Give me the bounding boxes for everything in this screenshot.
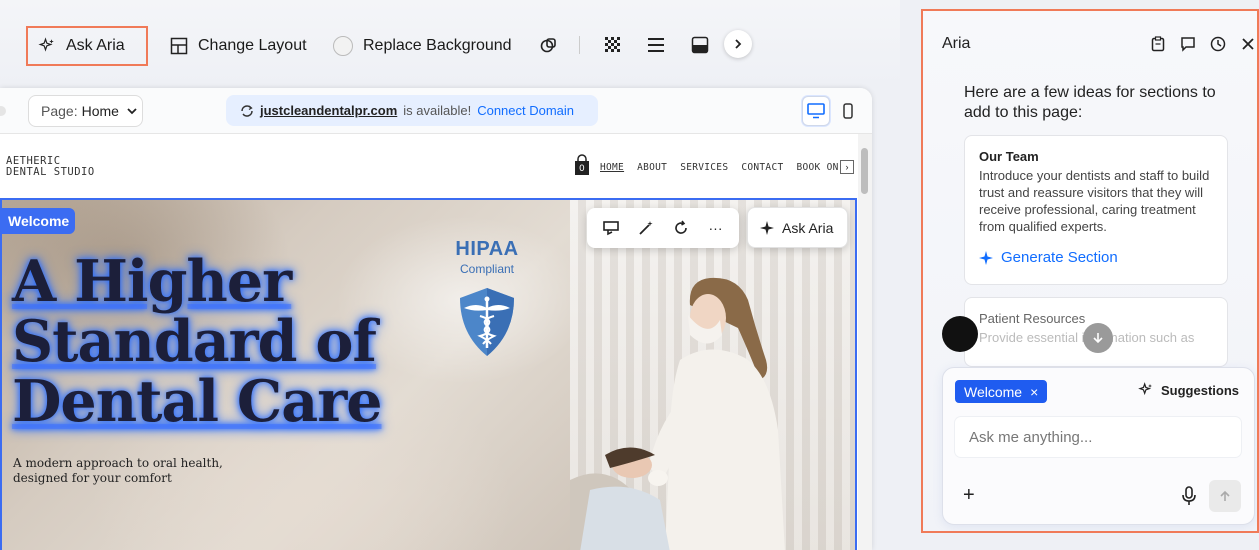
add-attachment-button[interactable]: + (963, 485, 975, 505)
site-preview-frame: Page: Home justcleandentalpr.com is avai… (0, 88, 872, 550)
chevron-right-icon (735, 39, 742, 49)
toolbar-divider (579, 36, 580, 54)
page-selector[interactable]: Page: Home (28, 95, 143, 127)
desktop-view-button[interactable] (802, 96, 831, 126)
domain-name: justcleandentalpr.com (260, 103, 398, 118)
toolbar-more-button[interactable] (724, 30, 752, 58)
clipboard-icon[interactable] (1149, 35, 1167, 53)
domain-available-text: is available! (403, 103, 472, 118)
site-nav: HOME ABOUT SERVICES CONTACT BOOK ON (600, 162, 839, 173)
gradient-fill-icon[interactable] (689, 34, 711, 56)
shapes-icon[interactable] (538, 34, 560, 56)
user-avatar (942, 316, 978, 352)
ask-aria-label: Ask Aria (66, 37, 125, 54)
layout-icon (170, 37, 188, 55)
page-prefix: Page: (41, 103, 78, 119)
preview-bar: Page: Home justcleandentalpr.com is avai… (0, 88, 872, 134)
microphone-icon[interactable] (1181, 486, 1197, 506)
aria-panel-title: Aria (942, 35, 971, 52)
hero-subtitle[interactable]: A modern approach to oral health, design… (13, 456, 313, 486)
more-options-icon[interactable]: ··· (705, 217, 727, 239)
domain-banner: justcleandentalpr.com is available! Conn… (226, 95, 598, 126)
hero-subtitle-line-2: designed for your comfort (13, 471, 172, 485)
hipaa-title: HIPAA (455, 238, 519, 260)
sparkle-icon (1138, 382, 1152, 396)
change-layout-label: Change Layout (198, 37, 307, 54)
desktop-icon (807, 103, 825, 119)
logo-line-2: DENTAL STUDIO (6, 166, 95, 178)
suggestion-card-our-team: Our Team Introduce your dentists and sta… (964, 135, 1228, 285)
nav-scroll-right-button[interactable]: › (840, 160, 854, 174)
sparkle-icon (38, 37, 54, 52)
chevron-down-icon (127, 108, 137, 115)
sparkle-icon (760, 220, 774, 235)
suggestions-button[interactable]: Suggestions (1138, 382, 1239, 398)
section-ask-aria-label: Ask Aria (782, 219, 834, 236)
nav-home[interactable]: HOME (600, 162, 624, 173)
send-button[interactable] (1209, 480, 1241, 512)
arrow-up-icon (1220, 490, 1230, 501)
refresh-link-icon (241, 104, 253, 117)
ask-aria-input[interactable] (955, 417, 1241, 457)
nav-book-online[interactable]: BOOK ON (796, 162, 838, 173)
page-name: Home (81, 103, 119, 119)
scrollbar-thumb[interactable] (861, 148, 868, 194)
replace-background-label: Replace Background (363, 37, 512, 54)
cart-count: 0 (579, 164, 585, 174)
aria-panel-header: Aria (923, 11, 1257, 71)
preview-scrollbar[interactable] (858, 134, 872, 550)
aria-intro-message: Here are a few ideas for sections to add… (964, 84, 1216, 121)
connect-domain-link[interactable]: Connect Domain (477, 103, 574, 118)
suggestions-label: Suggestions (1161, 382, 1240, 398)
suggestion-title: Our Team (979, 149, 1039, 164)
regenerate-icon[interactable] (670, 217, 692, 239)
sparkle-icon (979, 250, 993, 265)
device-toggle (802, 96, 862, 126)
generate-section-button[interactable]: Generate Section (979, 249, 1213, 266)
hero-subtitle-line-1: A modern approach to oral health, (13, 456, 223, 470)
hipaa-badge[interactable]: HIPAA Compliant (442, 238, 532, 363)
menu-lines-icon[interactable] (645, 34, 667, 56)
site-logo[interactable]: AETHERIC DENTAL STUDIO (6, 156, 95, 178)
chip-label: Welcome (964, 383, 1023, 400)
section-actions-toolbar: ··· (587, 208, 739, 248)
close-icon[interactable] (1239, 35, 1257, 53)
nav-services[interactable]: SERVICES (680, 162, 728, 173)
mobile-view-button[interactable] (834, 96, 862, 126)
magic-wand-icon[interactable] (635, 217, 657, 239)
suggestion-body: Introduce your dentists and staff to bui… (979, 168, 1210, 234)
chip-remove-icon[interactable]: × (1030, 384, 1038, 400)
replace-background-button[interactable]: Replace Background (333, 26, 512, 66)
generate-section-label: Generate Section (1001, 249, 1118, 266)
site-header: AETHERIC DENTAL STUDIO 0 HOME ABOUT SERV… (0, 134, 858, 198)
cart-icon[interactable]: 0 (574, 154, 590, 176)
aria-composer: Welcome × Suggestions + (942, 367, 1255, 525)
context-chip-welcome[interactable]: Welcome × (955, 380, 1048, 403)
ask-aria-button[interactable]: Ask Aria (26, 26, 148, 66)
section-tag-welcome[interactable]: Welcome (2, 208, 76, 234)
mobile-icon (843, 103, 853, 119)
welcome-section[interactable]: Welcome A Higher Standard of Dental Care… (0, 198, 857, 550)
transparency-icon[interactable] (602, 34, 624, 56)
section-ask-aria-button[interactable]: Ask Aria (747, 207, 848, 248)
caduceus-shield-icon (460, 288, 514, 356)
dentist-figure-illustration (570, 277, 785, 550)
section-layout-icon[interactable] (600, 217, 622, 239)
nav-about[interactable]: ABOUT (637, 162, 667, 173)
hipaa-subtitle: Compliant (459, 262, 515, 276)
history-clock-icon[interactable] (1209, 35, 1227, 53)
background-swatch-icon (333, 36, 353, 56)
change-layout-button[interactable]: Change Layout (170, 26, 307, 66)
arrow-down-icon (1093, 333, 1103, 344)
scroll-to-bottom-button[interactable] (1083, 323, 1113, 353)
aria-assistant-panel: Aria Here are a few ideas for sections t… (921, 9, 1259, 533)
editor-toolbar: Ask Aria Change Layout Replace Backgroun… (0, 0, 900, 88)
nav-contact[interactable]: CONTACT (741, 162, 783, 173)
chat-bubble-icon[interactable] (1179, 35, 1197, 53)
window-dot (0, 106, 6, 116)
hero-title-line-3: Dental Care (12, 368, 383, 435)
